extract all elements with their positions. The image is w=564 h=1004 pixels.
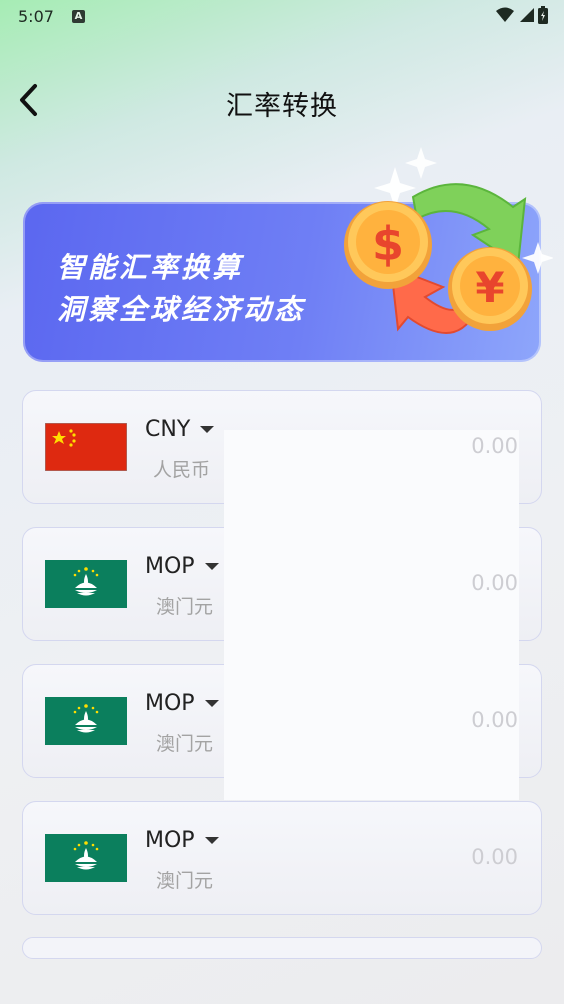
page-title: 汇率转换 [226,91,338,122]
currency-card-mop[interactable]: MOP 澳门元 [22,801,542,915]
macau-flag-icon [45,697,127,745]
currency-selector[interactable]: MOP [145,828,219,853]
caret-down-icon [204,563,219,570]
dollar-glyph: $ [372,217,404,271]
caret-down-icon [204,837,219,844]
currency-code: MOP [145,691,195,716]
banner-headline: 智能汇率换算 [57,251,244,284]
caret-down-icon [200,426,215,433]
amount-input[interactable] [399,846,519,870]
app-bar: 汇率转换 [0,70,564,130]
notification-a-icon: A [71,9,85,23]
banner-subline: 洞察全球经济动态 [57,293,306,326]
currency-name: 澳门元 [156,870,214,892]
promo-banner: 智能汇率换算 洞察全球经济动态 $ ¥ [23,147,553,362]
status-icons [496,6,548,24]
macau-flag-icon [45,560,127,608]
yuan-glyph: ¥ [475,263,504,312]
currency-name: 人民币 [153,459,211,481]
macau-flag-icon [45,834,127,882]
currency-exchange-illustration: $ ¥ [344,147,553,334]
china-flag-icon [45,423,127,471]
amount-overlay-panel [224,430,519,800]
currency-code: MOP [145,554,195,579]
currency-name: 澳门元 [156,733,214,755]
currency-selector[interactable]: MOP [145,691,219,716]
currency-name: 澳门元 [156,596,214,618]
sparkle-icon [405,147,437,179]
status-bar: 5:07 A [0,0,564,32]
currency-selector[interactable]: MOP [145,554,219,579]
status-time: 5:07 [18,6,54,26]
caret-down-icon [204,700,219,707]
currency-selector[interactable]: CNY [145,417,215,442]
currency-code: CNY [145,417,191,442]
signal-icon [520,8,534,22]
currency-code: MOP [145,828,195,853]
wifi-icon [496,7,514,22]
currency-card-partial[interactable] [22,937,542,959]
battery-icon [538,6,548,24]
